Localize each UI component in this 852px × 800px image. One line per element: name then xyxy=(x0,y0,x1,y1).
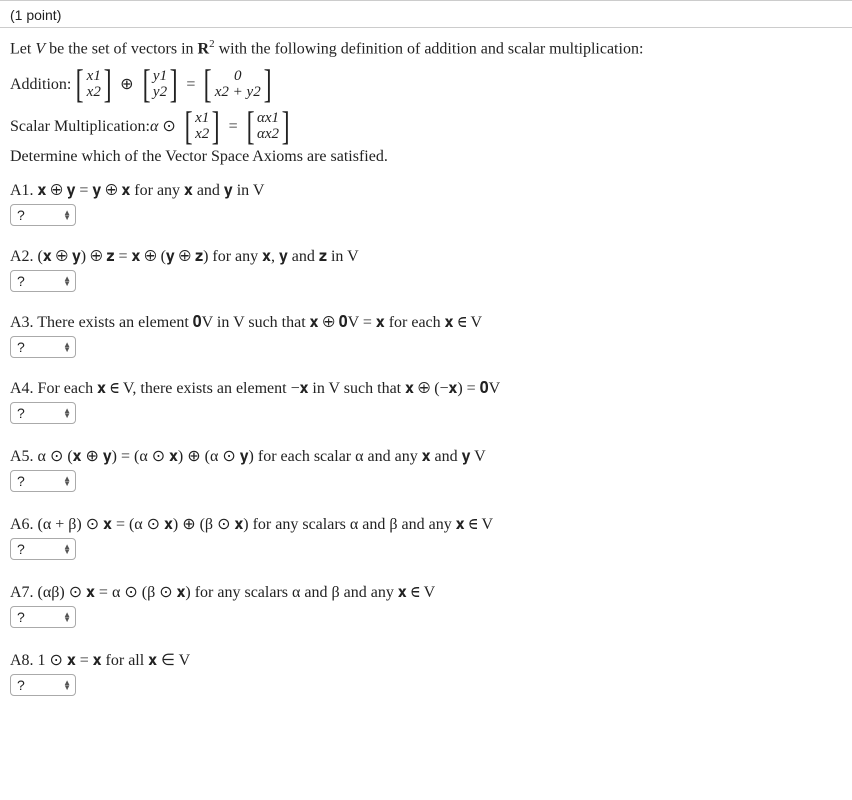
sc-m2r2: αx2 xyxy=(257,126,279,143)
intro-suffix: with the following definition of additio… xyxy=(215,40,644,57)
axiom-a3-select[interactable]: ? ▲▼ xyxy=(10,336,76,358)
add-m3r2: x2 + y2 xyxy=(215,84,261,101)
scalar-result: [ αx1αx2 ] xyxy=(244,106,293,146)
axiom-a8-label: A8. 1 ⊙ 𝐱 = 𝐱 for all 𝐱 ∈ V xyxy=(10,650,842,670)
axiom-a8-select[interactable]: ? ▲▼ xyxy=(10,674,76,696)
add-m2r1: y1 xyxy=(153,68,167,85)
axiom-a3: A3. There exists an element 𝟎V in V such… xyxy=(10,314,842,358)
axiom-a6: A6. (α + β) ⊙ 𝐱 = (α ⊙ 𝐱) ⊕ (β ⊙ 𝐱) for … xyxy=(10,514,842,560)
chevron-updown-icon: ▲▼ xyxy=(63,476,71,486)
axiom-a4: A4. For each 𝐱 ∈ V, there exists an elem… xyxy=(10,380,842,424)
select-value: ? xyxy=(17,609,25,625)
axiom-a2-select[interactable]: ? ▲▼ xyxy=(10,270,76,292)
axiom-a6-label: A6. (α + β) ⊙ 𝐱 = (α ⊙ 𝐱) ⊕ (β ⊙ 𝐱) for … xyxy=(10,514,842,534)
select-value: ? xyxy=(17,405,25,421)
sc-m1r1: x1 xyxy=(195,110,209,127)
axiom-a1: A1. 𝐱 ⊕ 𝐲 = 𝐲 ⊕ 𝐱 for any 𝐱 and 𝐲 in V ?… xyxy=(10,182,842,226)
intro-line: Let V be the set of vectors in R2 with t… xyxy=(10,38,842,58)
axiom-a5: A5. α ⊙ (𝐱 ⊕ 𝐲) = (α ⊙ 𝐱) ⊕ (α ⊙ 𝐲) for … xyxy=(10,446,842,492)
sc-m2r1: αx1 xyxy=(257,110,279,127)
scalar-label: Scalar Multiplication: xyxy=(10,118,150,136)
axiom-a1-label: A1. 𝐱 ⊕ 𝐲 = 𝐲 ⊕ 𝐱 for any 𝐱 and 𝐲 in V xyxy=(10,182,842,200)
points-text: (1 point) xyxy=(10,7,61,23)
addition-vector-2: [ y1y2 ] xyxy=(140,64,181,104)
oplus-icon: ⊕ xyxy=(120,76,133,94)
axiom-a2-label: A2. (𝐱 ⊕ 𝐲) ⊕ 𝐳 = 𝐱 ⊕ (𝐲 ⊕ 𝐳) for any 𝐱,… xyxy=(10,248,842,266)
axiom-a8: A8. 1 ⊙ 𝐱 = 𝐱 for all 𝐱 ∈ V ? ▲▼ xyxy=(10,650,842,696)
instruction-text: Determine which of the Vector Space Axio… xyxy=(10,148,842,166)
points-header: (1 point) xyxy=(0,0,852,28)
add-m1r1: x1 xyxy=(87,68,101,85)
equals-sign-2: = xyxy=(229,118,238,136)
axiom-a4-select[interactable]: ? ▲▼ xyxy=(10,402,76,424)
select-value: ? xyxy=(17,339,25,355)
chevron-updown-icon: ▲▼ xyxy=(63,342,71,352)
scalar-definition: Scalar Multiplication: α ⊙ [ x1x2 ] = [ … xyxy=(10,106,842,146)
select-value: ? xyxy=(17,207,25,223)
chevron-updown-icon: ▲▼ xyxy=(63,612,71,622)
problem-body: Let V be the set of vectors in R2 with t… xyxy=(0,28,852,720)
addition-vector-1: [ x1x2 ] xyxy=(73,64,114,104)
axiom-a4-label: A4. For each 𝐱 ∈ V, there exists an elem… xyxy=(10,380,842,398)
scalar-alpha: α xyxy=(150,118,158,136)
addition-result: [ 0x2 + y2 ] xyxy=(201,64,274,104)
sc-m1r2: x2 xyxy=(195,126,209,143)
select-value: ? xyxy=(17,473,25,489)
axiom-a6-select[interactable]: ? ▲▼ xyxy=(10,538,76,560)
axiom-a7: A7. (αβ) ⊙ 𝐱 = α ⊙ (β ⊙ 𝐱) for any scala… xyxy=(10,582,842,628)
chevron-updown-icon: ▲▼ xyxy=(63,408,71,418)
addition-definition: Addition: [ x1x2 ] ⊕ [ y1y2 ] = [ 0x2 + … xyxy=(10,64,842,104)
add-m1r2: x2 xyxy=(87,84,101,101)
intro-V: V xyxy=(35,40,45,57)
select-value: ? xyxy=(17,273,25,289)
axiom-a3-label: A3. There exists an element 𝟎V in V such… xyxy=(10,314,842,332)
intro-mid: be the set of vectors in xyxy=(45,40,197,57)
axiom-a7-label: A7. (αβ) ⊙ 𝐱 = α ⊙ (β ⊙ 𝐱) for any scala… xyxy=(10,582,842,602)
addition-label: Addition: xyxy=(10,76,71,94)
axiom-a5-select[interactable]: ? ▲▼ xyxy=(10,470,76,492)
select-value: ? xyxy=(17,677,25,693)
intro-R: R xyxy=(198,40,210,57)
chevron-updown-icon: ▲▼ xyxy=(63,680,71,690)
axiom-a2: A2. (𝐱 ⊕ 𝐲) ⊕ 𝐳 = 𝐱 ⊕ (𝐲 ⊕ 𝐳) for any 𝐱,… xyxy=(10,248,842,292)
equals-sign: = xyxy=(186,76,195,94)
select-value: ? xyxy=(17,541,25,557)
axiom-a5-label: A5. α ⊙ (𝐱 ⊕ 𝐲) = (α ⊙ 𝐱) ⊕ (α ⊙ 𝐲) for … xyxy=(10,446,842,466)
axiom-a7-select[interactable]: ? ▲▼ xyxy=(10,606,76,628)
intro-prefix: Let xyxy=(10,40,35,57)
chevron-updown-icon: ▲▼ xyxy=(63,210,71,220)
scalar-vector: [ x1x2 ] xyxy=(182,106,223,146)
chevron-updown-icon: ▲▼ xyxy=(63,276,71,286)
add-m2r2: y2 xyxy=(153,84,167,101)
chevron-updown-icon: ▲▼ xyxy=(63,544,71,554)
odot-icon: ⊙ xyxy=(162,118,175,136)
axiom-a1-select[interactable]: ? ▲▼ xyxy=(10,204,76,226)
add-m3r1: 0 xyxy=(234,68,242,85)
